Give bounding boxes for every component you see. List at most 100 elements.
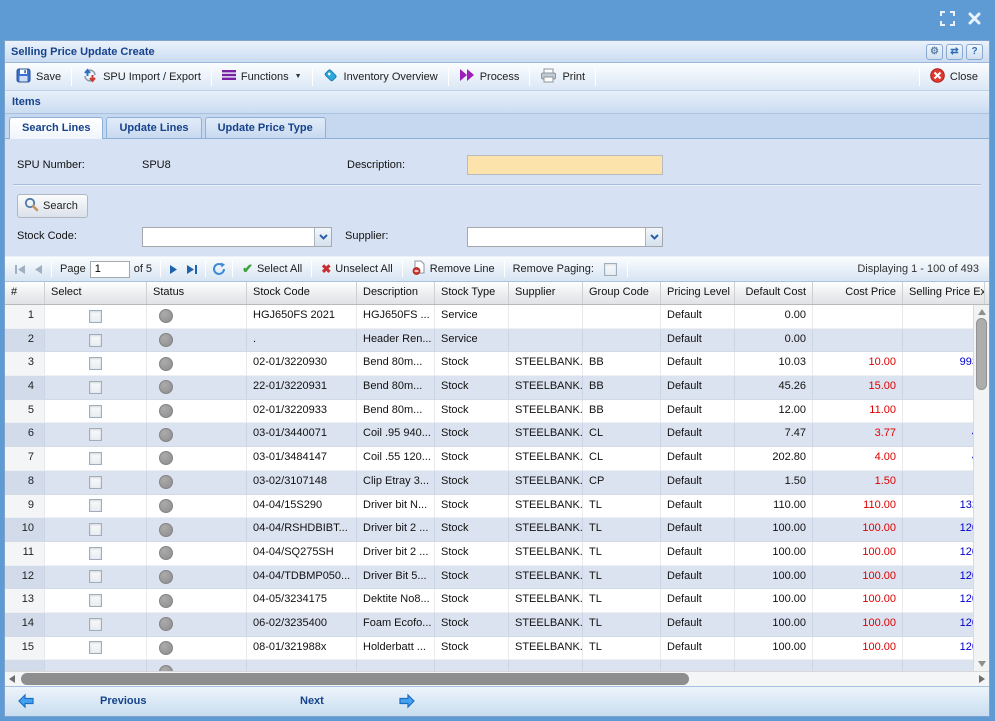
table-row[interactable]: 1508-01/321988xHolderbatt ...StockSTEELB… bbox=[5, 637, 985, 661]
cell-select[interactable] bbox=[45, 376, 147, 399]
stock-code-input[interactable] bbox=[143, 228, 314, 246]
row-checkbox[interactable] bbox=[89, 405, 102, 418]
vertical-scrollbar-thumb[interactable] bbox=[976, 318, 987, 390]
last-page-icon[interactable] bbox=[184, 261, 200, 277]
vertical-scrollbar[interactable] bbox=[973, 305, 989, 671]
row-checkbox[interactable] bbox=[89, 641, 102, 654]
row-checkbox[interactable] bbox=[89, 334, 102, 347]
row-checkbox[interactable] bbox=[89, 570, 102, 583]
cell-select[interactable] bbox=[45, 471, 147, 494]
column-header-num[interactable]: # bbox=[5, 282, 45, 304]
remove-paging-checkbox[interactable] bbox=[604, 263, 617, 276]
column-header-select[interactable]: Select bbox=[45, 282, 147, 304]
column-header-cost_price[interactable]: Cost Price bbox=[813, 282, 903, 304]
column-header-supplier[interactable]: Supplier bbox=[509, 282, 583, 304]
row-checkbox[interactable] bbox=[89, 428, 102, 441]
row-checkbox[interactable] bbox=[89, 381, 102, 394]
cell-select[interactable] bbox=[45, 613, 147, 636]
row-checkbox[interactable] bbox=[89, 594, 102, 607]
column-header-stock_type[interactable]: Stock Type bbox=[435, 282, 509, 304]
table-row[interactable]: 1204-04/TDBMP050...Driver Bit 5...StockS… bbox=[5, 566, 985, 590]
row-checkbox[interactable] bbox=[89, 310, 102, 323]
save-button[interactable]: Save bbox=[9, 65, 68, 89]
cell-select[interactable] bbox=[45, 518, 147, 541]
table-row[interactable]: 703-01/3484147Coil .55 120...StockSTEELB… bbox=[5, 447, 985, 471]
cell-select[interactable] bbox=[45, 495, 147, 518]
scroll-left-icon[interactable] bbox=[9, 675, 15, 683]
table-row[interactable]: 1HGJ650FS 2021HGJ650FS ...ServiceDefault… bbox=[5, 305, 985, 329]
refresh-icon[interactable] bbox=[211, 261, 227, 277]
scroll-up-icon[interactable] bbox=[978, 309, 986, 315]
next-arrow-icon[interactable] bbox=[398, 693, 416, 712]
column-header-default_cost[interactable]: Default Cost bbox=[735, 282, 813, 304]
unselect-all-button[interactable]: ✖ Unselect All bbox=[316, 260, 398, 278]
table-row[interactable]: 502-01/3220933Bend 80m...StockSTEELBANK.… bbox=[5, 400, 985, 424]
description-field[interactable] bbox=[467, 155, 663, 175]
first-page-icon[interactable] bbox=[12, 261, 28, 277]
previous-arrow-icon[interactable] bbox=[17, 693, 35, 712]
cell-select[interactable] bbox=[45, 566, 147, 589]
row-checkbox[interactable] bbox=[89, 523, 102, 536]
stock-code-combo[interactable] bbox=[142, 227, 332, 247]
row-checkbox[interactable] bbox=[89, 357, 102, 370]
cell-select[interactable] bbox=[45, 589, 147, 612]
supplier-combo[interactable] bbox=[467, 227, 663, 247]
column-header-status[interactable]: Status bbox=[147, 282, 247, 304]
expand-icon[interactable] bbox=[939, 10, 956, 27]
cell-select[interactable] bbox=[45, 423, 147, 446]
help-icon[interactable]: ? bbox=[966, 44, 983, 60]
functions-menu-button[interactable]: Functions ▼ bbox=[215, 66, 309, 87]
previous-button[interactable]: Previous bbox=[100, 695, 146, 707]
cell-select[interactable] bbox=[45, 637, 147, 660]
supplier-dropdown-button[interactable] bbox=[645, 228, 662, 246]
row-checkbox[interactable] bbox=[89, 476, 102, 489]
tab-update-price-type[interactable]: Update Price Type bbox=[205, 117, 326, 138]
table-row[interactable]: 1406-02/3235400Foam Ecofo...StockSTEELBA… bbox=[5, 613, 985, 637]
supplier-input[interactable] bbox=[468, 228, 645, 246]
next-page-icon[interactable] bbox=[166, 261, 182, 277]
scroll-right-icon[interactable] bbox=[979, 675, 985, 683]
previous-page-icon[interactable] bbox=[30, 261, 46, 277]
stock-code-dropdown-button[interactable] bbox=[314, 228, 331, 246]
window-close-icon[interactable] bbox=[966, 10, 983, 27]
column-header-description[interactable]: Description bbox=[357, 282, 435, 304]
column-header-pricing_level[interactable]: Pricing Level bbox=[661, 282, 735, 304]
table-row[interactable]: 904-04/15S290Driver bit N...StockSTEELBA… bbox=[5, 495, 985, 519]
close-button[interactable]: Close bbox=[923, 65, 985, 89]
cell-select[interactable] bbox=[45, 352, 147, 375]
table-row[interactable]: 603-01/3440071Coil .95 940...StockSTEELB… bbox=[5, 423, 985, 447]
cell-select[interactable] bbox=[45, 542, 147, 565]
gear-icon[interactable]: ⚙ bbox=[926, 44, 943, 60]
search-button[interactable]: Search bbox=[17, 194, 88, 218]
tab-search-lines[interactable]: Search Lines bbox=[9, 117, 103, 139]
column-header-stock_code[interactable]: Stock Code bbox=[247, 282, 357, 304]
table-row[interactable]: 302-01/3220930Bend 80m...StockSTEELBANK.… bbox=[5, 352, 985, 376]
table-row[interactable] bbox=[5, 660, 985, 671]
process-button[interactable]: Process bbox=[452, 65, 527, 88]
spu-import-export-button[interactable]: SPU Import / Export bbox=[75, 65, 208, 89]
horizontal-scrollbar[interactable] bbox=[5, 671, 989, 686]
tab-update-lines[interactable]: Update Lines bbox=[106, 117, 201, 138]
row-checkbox[interactable] bbox=[89, 452, 102, 465]
row-checkbox[interactable] bbox=[89, 618, 102, 631]
scroll-down-icon[interactable] bbox=[978, 661, 986, 667]
column-header-selling_price[interactable]: Selling Price Excl bbox=[903, 282, 985, 304]
table-row[interactable]: 803-02/3107148Clip Etray 3...StockSTEELB… bbox=[5, 471, 985, 495]
cell-select[interactable] bbox=[45, 660, 147, 671]
cell-select[interactable] bbox=[45, 400, 147, 423]
select-all-button[interactable]: ✔ Select All bbox=[237, 259, 307, 279]
row-checkbox[interactable] bbox=[89, 547, 102, 560]
table-row[interactable]: 1104-04/SQ275SHDriver bit 2 ...StockSTEE… bbox=[5, 542, 985, 566]
cell-select[interactable] bbox=[45, 447, 147, 470]
cell-select[interactable] bbox=[45, 305, 147, 328]
table-row[interactable]: 422-01/3220931Bend 80m...StockSTEELBANK.… bbox=[5, 376, 985, 400]
page-number-input[interactable] bbox=[90, 261, 130, 278]
row-checkbox[interactable] bbox=[89, 499, 102, 512]
column-header-group_code[interactable]: Group Code bbox=[583, 282, 661, 304]
inventory-overview-button[interactable]: Inventory Overview bbox=[316, 64, 445, 89]
remove-line-button[interactable]: Remove Line bbox=[407, 258, 500, 280]
cell-select[interactable] bbox=[45, 329, 147, 352]
horizontal-scrollbar-thumb[interactable] bbox=[21, 673, 689, 685]
table-row[interactable]: 1304-05/3234175Dektite No8...StockSTEELB… bbox=[5, 589, 985, 613]
swap-icon[interactable]: ⇄ bbox=[946, 44, 963, 60]
